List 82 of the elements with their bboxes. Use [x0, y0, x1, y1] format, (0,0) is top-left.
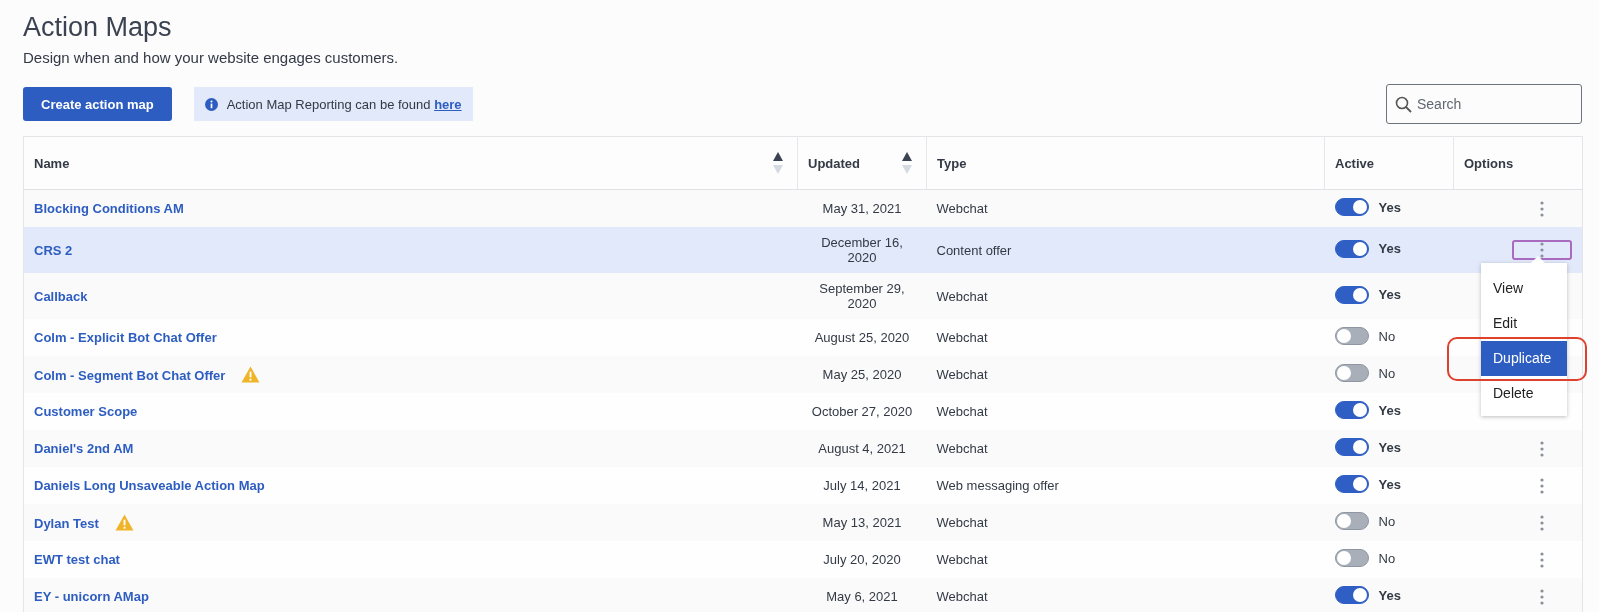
updated-date: July 20, 2020: [823, 552, 901, 567]
kebab-icon: [1540, 440, 1544, 457]
sort-icon[interactable]: [902, 151, 912, 175]
menu-item[interactable]: Duplicate: [1493, 350, 1552, 366]
active-label: No: [1378, 513, 1396, 529]
active-label: No: [1378, 328, 1396, 344]
info-icon: [204, 97, 218, 111]
type-text: Webchat: [936, 330, 988, 345]
menu-item[interactable]: View: [1493, 280, 1524, 296]
action-map-link[interactable]: CRS 2: [34, 242, 73, 258]
type-text: Webchat: [936, 201, 988, 216]
toggle-switch[interactable]: [1334, 475, 1369, 493]
updated-date: July 14, 2021: [823, 478, 901, 493]
column-header: Type: [937, 155, 967, 171]
kebab-icon: [1540, 242, 1544, 258]
search-icon: [1395, 96, 1412, 113]
column-header[interactable]: Updated: [808, 155, 860, 171]
action-map-link[interactable]: EWT test chat: [34, 552, 120, 567]
kebab-icon: [1540, 200, 1544, 217]
menu-item[interactable]: Delete: [1493, 385, 1534, 401]
updated-date: August 4, 2021: [818, 441, 906, 456]
updated-date: May 31, 2021: [822, 201, 902, 216]
action-map-link[interactable]: Daniel's 2nd AM: [34, 441, 134, 456]
type-text: Webchat: [936, 441, 988, 456]
toggle-switch[interactable]: [1334, 549, 1369, 567]
type-text: Webchat: [936, 515, 988, 530]
search-field[interactable]: Search: [1386, 84, 1582, 124]
active-label: Yes: [1378, 287, 1401, 302]
active-label: No: [1378, 550, 1396, 566]
page-title: Action Maps: [23, 11, 172, 44]
active-label: No: [1378, 365, 1396, 381]
column-header: Options: [1464, 155, 1514, 171]
updated-date: December 16, 2020: [820, 235, 904, 265]
updated-date: May 6, 2021: [826, 589, 898, 604]
active-label: Yes: [1378, 476, 1401, 492]
here-link[interactable]: here: [434, 96, 462, 112]
updated-date: October 27, 2020: [811, 404, 913, 419]
active-label: Yes: [1378, 402, 1401, 418]
action-map-link[interactable]: Callback: [34, 288, 88, 304]
action-map-link[interactable]: Daniels Long Unsaveable Action Map: [34, 478, 265, 493]
sort-icon[interactable]: [773, 151, 783, 175]
active-label: Yes: [1378, 199, 1401, 215]
active-label: Yes: [1378, 241, 1401, 256]
action-map-link[interactable]: EY - unicorn AMap: [34, 589, 149, 604]
updated-date: May 25, 2020: [822, 367, 902, 382]
options-button[interactable]: [1512, 240, 1572, 260]
type-text: Content offer: [936, 242, 1012, 258]
updated-date: September 29, 2020: [818, 281, 906, 311]
toggle-switch[interactable]: [1334, 364, 1369, 382]
toggle-switch[interactable]: [1334, 285, 1369, 304]
toggle-switch[interactable]: [1334, 327, 1369, 345]
type-text: Webchat: [936, 404, 988, 419]
column-header: Active: [1335, 155, 1375, 171]
create-button[interactable]: Create action map: [23, 87, 172, 121]
kebab-icon: [1540, 551, 1544, 568]
toggle-switch[interactable]: [1334, 401, 1369, 419]
kebab-icon: [1540, 477, 1544, 494]
info-text: Action Map Reporting can be found here: [226, 96, 462, 112]
kebab-icon: [1540, 588, 1544, 605]
updated-date: May 13, 2021: [822, 515, 902, 530]
column-header[interactable]: Name: [34, 155, 70, 171]
toggle-switch[interactable]: [1334, 512, 1369, 530]
type-text: Webchat: [936, 367, 988, 382]
toggle-switch[interactable]: [1334, 239, 1369, 258]
toggle-switch[interactable]: [1334, 586, 1369, 604]
toggle-switch[interactable]: [1334, 438, 1369, 456]
action-map-link[interactable]: Blocking Conditions AM: [34, 201, 184, 216]
active-label: Yes: [1378, 439, 1401, 455]
page-subtitle: Design when and how your website engages customers.: [23, 49, 399, 66]
active-label: Yes: [1378, 587, 1401, 603]
type-text: Webchat: [936, 288, 988, 304]
action-map-link[interactable]: Dylan Test: [34, 516, 99, 531]
type-text: Webchat: [936, 589, 988, 604]
type-text: Web messaging offer: [936, 478, 1059, 493]
toggle-switch[interactable]: [1334, 198, 1369, 216]
kebab-icon: [1540, 514, 1544, 531]
type-text: Webchat: [936, 552, 988, 567]
updated-date: August 25, 2020: [814, 330, 910, 345]
action-map-link[interactable]: Colm - Explicit Bot Chat Offer: [34, 330, 217, 345]
menu-item[interactable]: Edit: [1493, 315, 1518, 331]
action-map-link[interactable]: Colm - Segment Bot Chat Offer: [34, 368, 226, 383]
action-map-link[interactable]: Customer Scope: [34, 404, 138, 419]
